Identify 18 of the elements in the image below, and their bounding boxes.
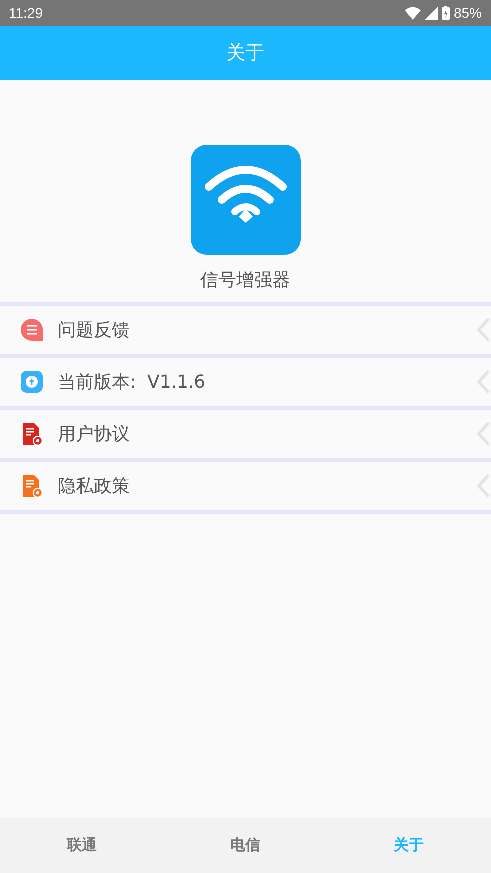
page-title: 关于	[226, 40, 264, 66]
signal-icon	[424, 6, 438, 20]
bottom-tab[interactable]: 电信	[164, 818, 328, 873]
battery-text: 85%	[454, 4, 482, 22]
document-icon	[20, 474, 44, 498]
menu-item-label: 用户协议	[58, 422, 130, 446]
wifi-icon	[404, 6, 421, 20]
menu-item-label: 隐私政策	[58, 474, 130, 498]
document-icon	[20, 422, 44, 446]
upload-badge-icon	[20, 370, 44, 394]
battery-icon	[442, 6, 450, 20]
app-logo-icon	[190, 145, 300, 255]
bottom-tab[interactable]: 联通	[0, 818, 164, 873]
menu-item-label: 当前版本: V1.1.6	[58, 370, 206, 394]
clock-text: 11:29	[9, 4, 43, 22]
app-name: 信号增强器	[200, 269, 290, 293]
menu-item-label: 问题反馈	[58, 318, 130, 342]
chat-bubble-icon	[20, 318, 44, 342]
